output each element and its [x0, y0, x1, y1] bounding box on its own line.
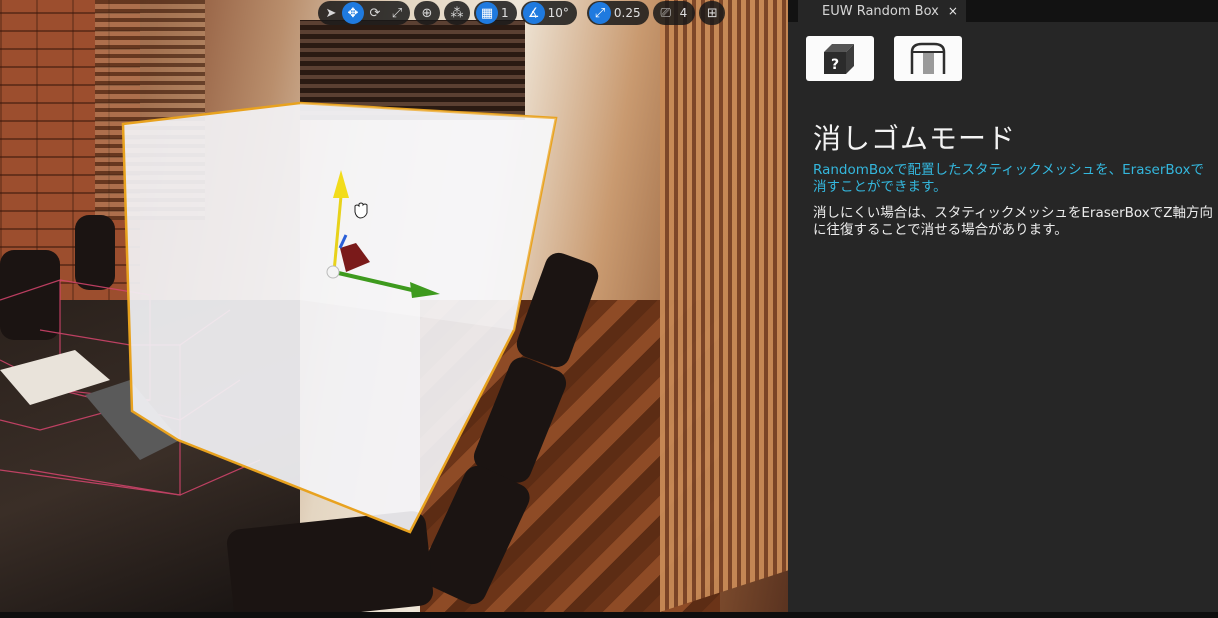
scale-icon: ⤢ [391, 5, 403, 21]
camera-speed-group: ⎚ 4 [652, 1, 696, 25]
grid-snap-value[interactable]: 1 [498, 6, 515, 20]
surface-snap-group: ⁂ [444, 1, 470, 25]
question-box-icon: ? [824, 43, 854, 74]
layout-grid-icon: ⊞ [706, 5, 718, 21]
mode-heading: 消しゴムモード [813, 122, 1017, 155]
level-viewport[interactable]: ➤ ✥ ⟳ ⤢ ⊕ ⁂ ▦ 1 ∡ 10° ⤢ 0.25 ⎚ 4 ⊞ [0, 0, 788, 612]
grid-icon: ▦ [480, 5, 494, 21]
layout-group: ⊞ [699, 1, 726, 25]
bottom-status-bar [0, 612, 1218, 618]
tab-bar: EUW Random Box × [788, 0, 1218, 22]
question-mark-label: ? [831, 57, 839, 73]
rotate-icon: ⟳ [369, 5, 381, 21]
eraser-box-icon [910, 42, 946, 74]
camera-speed-value[interactable]: 4 [677, 6, 694, 20]
select-mode-button[interactable]: ➤ [320, 2, 342, 24]
scale-mode-button[interactable]: ⤢ [386, 2, 408, 24]
surface-snap-button[interactable]: ⁂ [446, 2, 468, 24]
mode-description: RandomBoxで配置したスタティックメッシュを、EraserBoxで消すこと… [813, 162, 1204, 195]
surface-snap-icon: ⁂ [450, 5, 464, 21]
translate-mode-button[interactable]: ✥ [342, 2, 364, 24]
rotate-mode-button[interactable]: ⟳ [364, 2, 386, 24]
scale-snap-value[interactable]: 0.25 [611, 6, 647, 20]
viewport-toolbar: ➤ ✥ ⟳ ⤢ ⊕ ⁂ ▦ 1 ∡ 10° ⤢ 0.25 ⎚ 4 ⊞ [318, 0, 726, 26]
world-local-toggle[interactable]: ⊕ [416, 2, 438, 24]
close-icon[interactable]: × [948, 4, 958, 18]
cursor-select-icon: ➤ [325, 5, 337, 21]
random-box-button[interactable]: ? [806, 36, 874, 81]
viewport-overlay [0, 101, 558, 534]
tab-title: EUW Random Box [822, 3, 939, 19]
move-arrows-icon: ✥ [347, 5, 359, 21]
scale-snap-toggle[interactable]: ⤢ [588, 2, 611, 24]
viewport-layout-button[interactable]: ⊞ [701, 2, 723, 24]
rotation-snap-value[interactable]: 10° [545, 6, 575, 20]
gizmo-center[interactable] [326, 265, 340, 279]
eraser-box-button[interactable] [894, 36, 962, 81]
angle-icon: ∡ [527, 5, 540, 21]
hand-cursor-icon [354, 202, 368, 219]
tab-euw-random-box[interactable]: EUW Random Box × [798, 0, 966, 22]
camera-speed-button[interactable]: ⎚ [655, 2, 677, 24]
grid-snap-group: ▦ 1 [474, 1, 517, 25]
euw-random-box-panel: EUW Random Box × ? 消しゴムモード RandomBoxで配置し… [788, 0, 1218, 618]
rotation-snap-toggle[interactable]: ∡ [522, 2, 545, 24]
camera-icon: ⎚ [660, 5, 671, 21]
mode-note: 消しにくい場合は、スタティックメッシュをEraserBoxでZ軸方向に往復するこ… [813, 205, 1213, 238]
transform-mode-group: ➤ ✥ ⟳ ⤢ [318, 1, 410, 25]
scale-arrow-icon: ⤢ [594, 5, 606, 21]
scale-snap-group: ⤢ 0.25 [586, 1, 649, 25]
grid-snap-toggle[interactable]: ▦ [476, 2, 498, 24]
globe-icon: ⊕ [421, 5, 433, 21]
coordinate-space-group: ⊕ [414, 1, 440, 25]
rotation-snap-group: ∡ 10° [520, 1, 577, 25]
